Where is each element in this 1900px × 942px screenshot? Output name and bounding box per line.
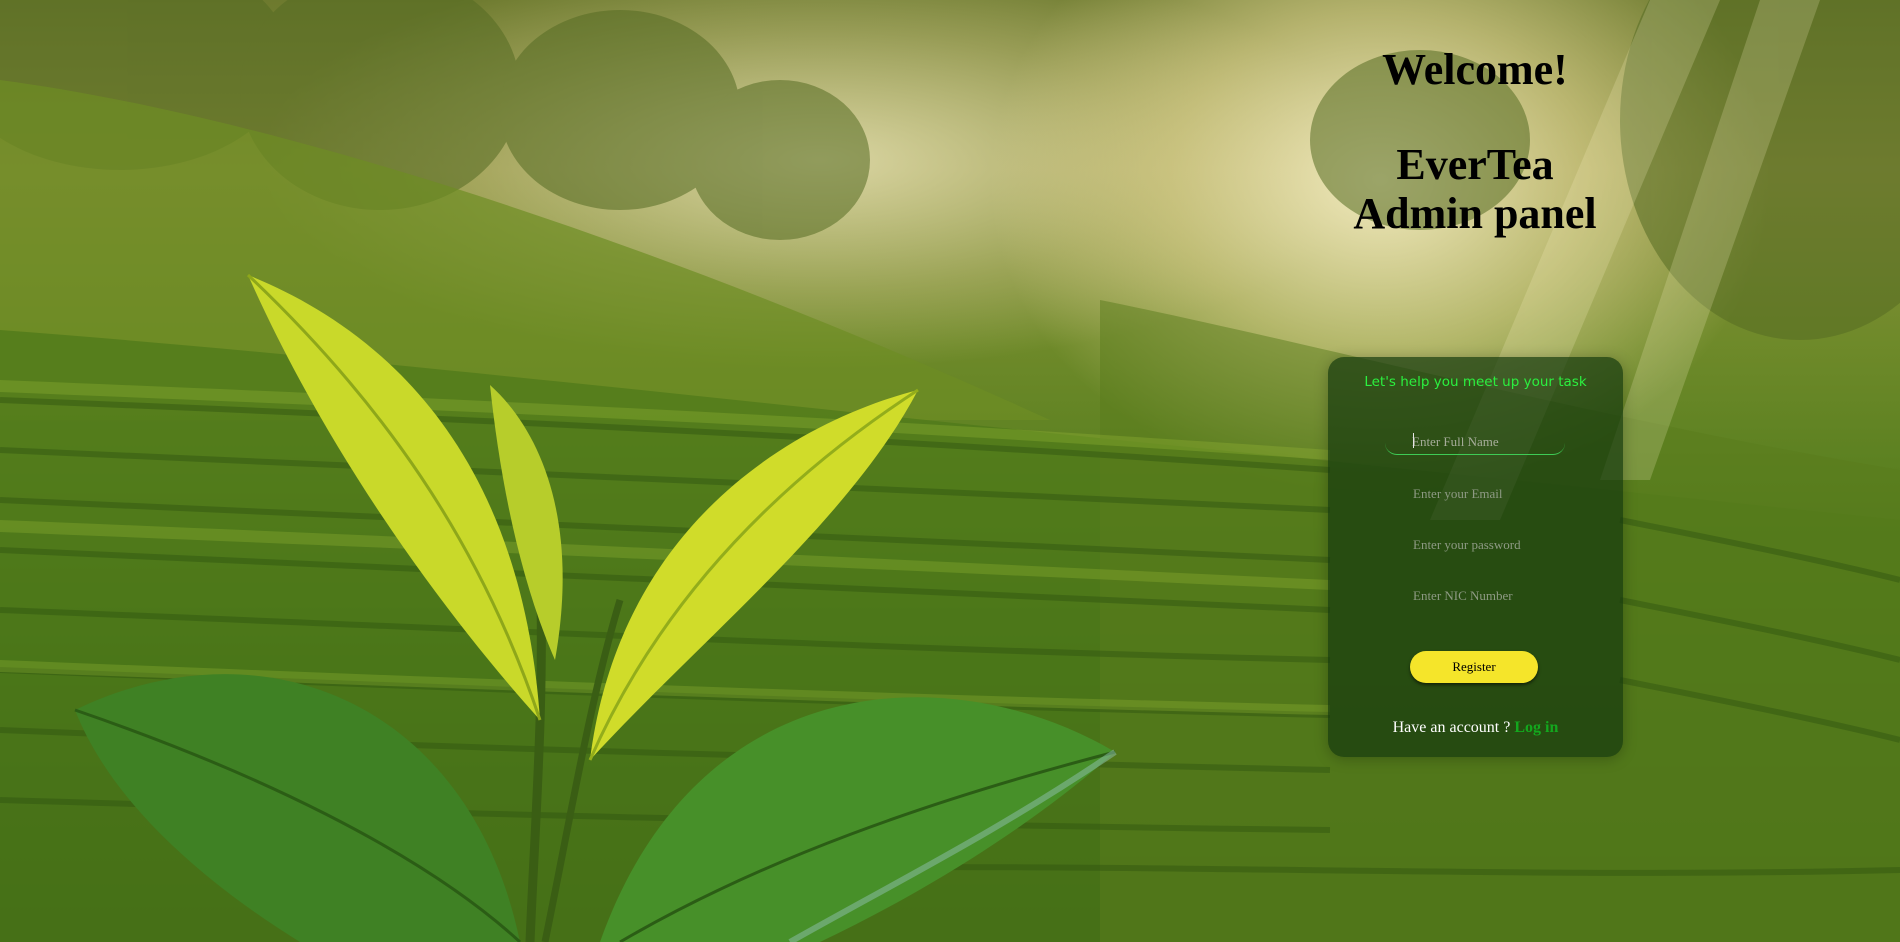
- have-account-text: Have an account ?: [1392, 719, 1511, 736]
- welcome-text: Welcome!: [1382, 45, 1568, 94]
- email-input[interactable]: [1386, 481, 1566, 507]
- register-card: Let's help you meet up your task Registe…: [1328, 357, 1623, 757]
- text-caret: [1413, 433, 1414, 448]
- panel-title: Admin panel: [1353, 189, 1597, 238]
- card-tagline: Let's help you meet up your task: [1364, 374, 1587, 390]
- welcome-heading: Welcome! EverTea Admin panel: [1260, 44, 1690, 238]
- password-input[interactable]: [1386, 532, 1566, 558]
- brand-name: EverTea: [1396, 140, 1554, 189]
- login-link[interactable]: Log in: [1514, 719, 1558, 736]
- have-account-row: Have an account ? Log in: [1328, 719, 1623, 737]
- nic-number-input[interactable]: [1386, 583, 1566, 609]
- full-name-input[interactable]: [1385, 429, 1565, 455]
- register-button[interactable]: Register: [1410, 651, 1538, 683]
